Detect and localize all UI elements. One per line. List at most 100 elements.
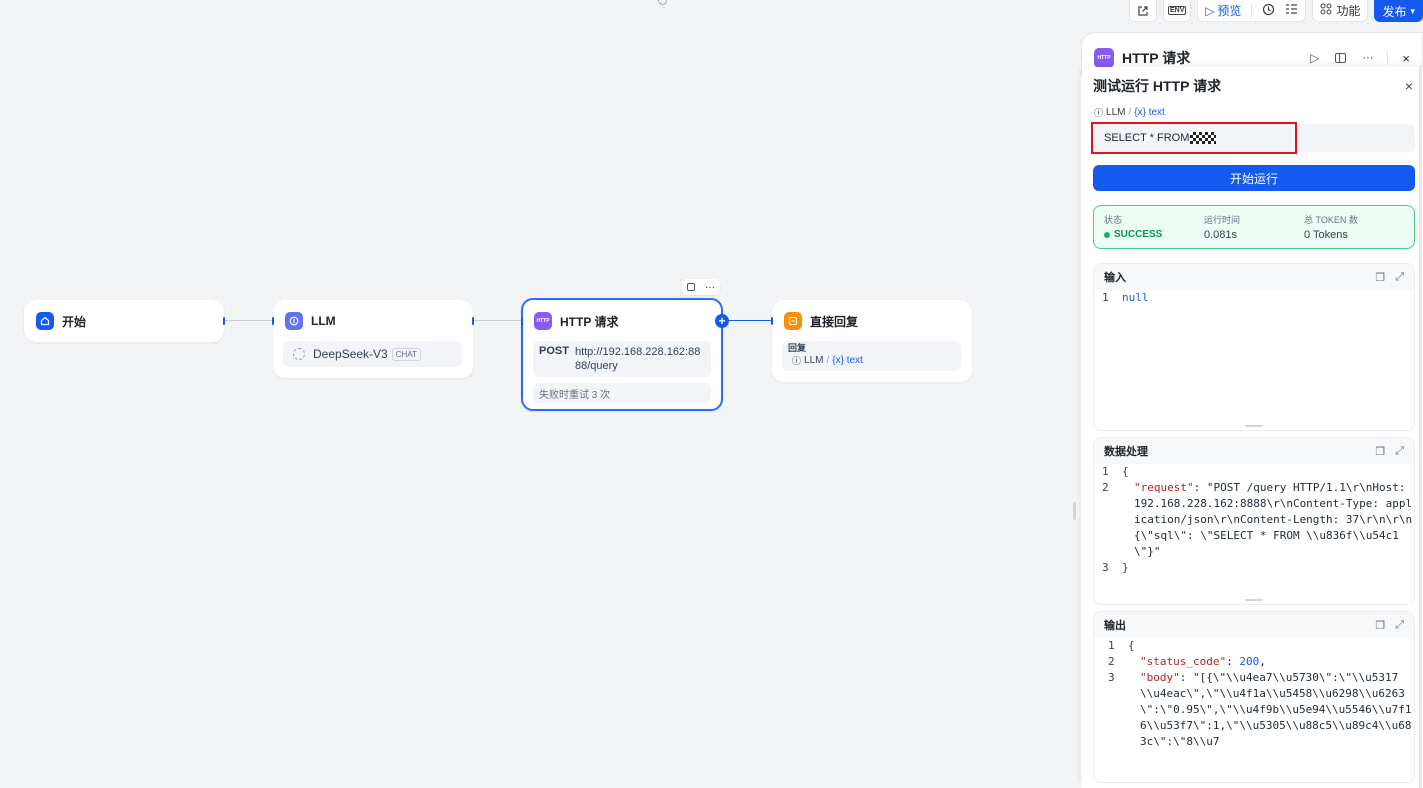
output-handle[interactable] <box>223 317 225 325</box>
publish-label: 发布 <box>1382 4 1407 19</box>
publish-button[interactable]: 发布 ▾ <box>1374 0 1423 22</box>
copy-icon[interactable]: ❐ <box>1375 445 1385 458</box>
var-node: LLM <box>1106 107 1126 118</box>
plus-icon: + <box>718 314 726 328</box>
input-handle[interactable] <box>521 318 523 326</box>
preview-label: 预览 <box>1217 4 1242 18</box>
model-icon <box>293 348 305 360</box>
expand-icon[interactable]: ⤢ <box>1395 619 1404 632</box>
edge-http-answer <box>722 320 772 321</box>
var-name: {x} text <box>1134 107 1165 118</box>
run-icon[interactable]: ▷ <box>1310 51 1319 65</box>
checklist-icon[interactable] <box>1285 3 1298 18</box>
status-value: SUCCESS <box>1104 229 1162 240</box>
panel-scrollbar[interactable] <box>1419 66 1422 788</box>
copy-icon[interactable]: ❐ <box>1375 271 1385 284</box>
more-icon[interactable]: ··· <box>705 282 715 293</box>
node-llm[interactable]: LLM DeepSeek-V3 CHAT <box>272 300 474 378</box>
token-label: 总 TOKEN 数 <box>1304 215 1358 225</box>
close-icon[interactable]: × <box>1402 51 1410 66</box>
model-badge: CHAT <box>391 347 421 361</box>
features-button[interactable]: 功能 <box>1312 0 1369 22</box>
run-status-card: 状态 SUCCESS 运行时间 0.081s 总 TOKEN 数 0 Token… <box>1093 205 1415 249</box>
sql-input-field[interactable]: SELECT * FROM <box>1091 122 1415 154</box>
model-chip: DeepSeek-V3 CHAT <box>283 341 462 367</box>
input-handle[interactable] <box>272 317 274 325</box>
output-handle[interactable] <box>472 317 474 325</box>
env-icon: ENV <box>1167 6 1187 15</box>
code-line: "status_code": 200, <box>1128 654 1266 670</box>
http-request-box: POST http://192.168.228.162:8888/query <box>533 341 711 377</box>
expand-icon[interactable]: ⤢ <box>1395 271 1404 284</box>
time-label: 运行时间 <box>1204 215 1241 225</box>
expand-icon[interactable]: ⤢ <box>1395 445 1404 458</box>
output-section-header: 输出 ❐ ⤢ <box>1094 612 1414 638</box>
code-line: "body": "[{\"\\u4ea7\\u5730\":\"\\u5317\… <box>1128 670 1414 750</box>
input-section-title: 输入 <box>1104 272 1126 284</box>
success-dot-icon <box>1104 231 1110 238</box>
checklist-button[interactable] <box>1129 0 1158 22</box>
edge-llm-http <box>473 320 522 321</box>
input-section: 输入 ❐ ⤢ 1 null <box>1093 263 1415 431</box>
test-run-title: 测试运行 HTTP 请求 <box>1093 78 1222 94</box>
reply-var-sep: / <box>826 355 830 366</box>
add-node-button[interactable]: + <box>715 314 729 328</box>
redacted-mosaic <box>1190 132 1217 144</box>
llm-var-icon: ⓘ <box>792 356 802 366</box>
section-resizer[interactable] <box>1245 599 1263 601</box>
retry-box: 失败时重试 3 次 <box>533 383 711 403</box>
code-line: "request": "POST /query HTTP/1.1\r\nHost… <box>1122 480 1414 560</box>
run-node-icon[interactable] <box>687 283 695 291</box>
output-section: 输出 ❐ ⤢ 1 { 2 "status_code": 200, 3 "body": … <box>1093 611 1415 783</box>
llm-icon <box>285 312 303 330</box>
more-icon[interactable]: ··· <box>1362 52 1373 64</box>
features-label: 功能 <box>1336 4 1361 18</box>
chevron-down-icon: ▾ <box>1410 5 1415 16</box>
http-method: POST <box>539 345 569 357</box>
preview-button[interactable]: ▷ 预览 <box>1205 2 1241 19</box>
node-llm-header: LLM <box>273 300 473 342</box>
history-icon[interactable] <box>1262 3 1275 19</box>
model-name: DeepSeek-V3 <box>313 347 388 361</box>
node-answer-header: 直接回复 <box>772 300 972 342</box>
answer-icon <box>784 312 802 330</box>
test-run-panel: 测试运行 HTTP 请求 × ⓘ LLM / {x} text SELECT *… <box>1081 67 1423 788</box>
code-line: { <box>1128 639 1135 652</box>
line-number: 1 <box>1102 291 1109 304</box>
node-http[interactable]: HTTP HTTP 请求 POST http://192.168.228.162… <box>521 298 729 411</box>
section-resizer[interactable] <box>1245 425 1263 427</box>
reply-var-node: LLM <box>804 355 824 366</box>
json-comma: , <box>1259 655 1266 668</box>
process-code: 1 { 2 "request": "POST /query HTTP/1.1\r\n… <box>1094 464 1414 604</box>
input-handle[interactable] <box>771 317 773 325</box>
node-start[interactable]: 开始 <box>24 300 225 342</box>
line-number: 3 <box>1108 671 1115 684</box>
status-label: 状态 <box>1104 215 1123 225</box>
http-icon: HTTP <box>1094 48 1114 68</box>
edge-start-llm <box>225 320 274 321</box>
output-code: 1 { 2 "status_code": 200, 3 "body": "[{\"\\… <box>1094 638 1414 782</box>
copy-icon[interactable]: ❐ <box>1375 619 1385 632</box>
node-llm-title: LLM <box>311 314 336 328</box>
http-url: http://192.168.228.162:8888/query <box>574 346 701 372</box>
input-var-label: ⓘ LLM / {x} text <box>1094 106 1165 119</box>
token-value: 0 Tokens <box>1304 229 1348 241</box>
sql-input-value: SELECT * FROM <box>1104 132 1190 144</box>
time-value: 0.081s <box>1204 229 1238 241</box>
line-number: 2 <box>1108 655 1115 668</box>
node-answer-title: 直接回复 <box>810 314 859 329</box>
split-icon[interactable] <box>1335 53 1347 63</box>
code-line: null <box>1122 291 1149 304</box>
code-line: { <box>1122 465 1129 478</box>
node-answer[interactable]: 直接回复 回复 ⓘ LLM / {x} text <box>771 300 972 382</box>
close-icon[interactable]: × <box>1405 78 1413 94</box>
start-run-button[interactable]: 开始运行 <box>1093 165 1415 191</box>
env-button[interactable]: ENV <box>1163 0 1192 22</box>
node-http-actions: ··· <box>682 279 720 295</box>
json-key: "body" <box>1140 671 1180 684</box>
reply-box: 回复 ⓘ LLM / {x} text <box>782 341 961 371</box>
panel-resize-handle[interactable] <box>1073 502 1076 520</box>
divider <box>1251 3 1253 18</box>
node-start-header: 开始 <box>24 300 224 342</box>
preview-group: ▷ 预览 <box>1197 0 1307 22</box>
